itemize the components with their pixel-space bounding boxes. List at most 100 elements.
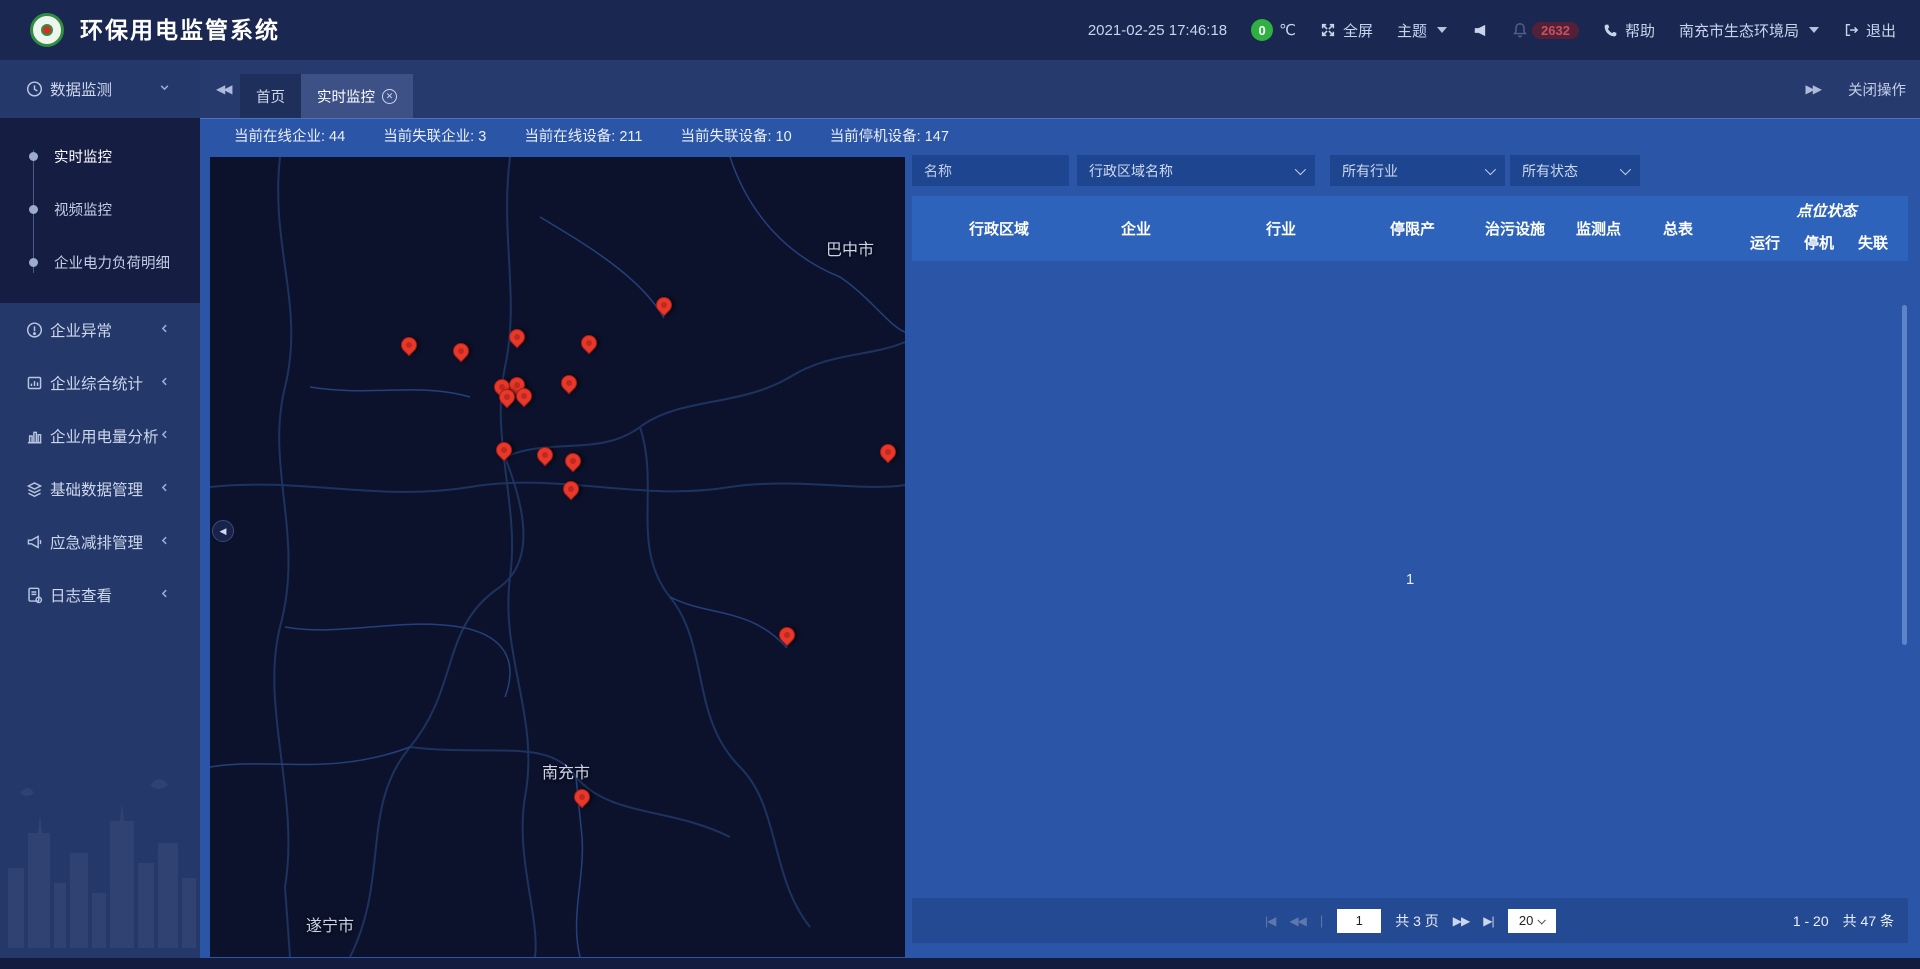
- sidebar-item[interactable]: 企业综合统计: [0, 356, 200, 409]
- speaker-icon: [1471, 22, 1488, 39]
- pagination-separator: |: [1320, 913, 1323, 928]
- chevron-down-icon: [1437, 27, 1447, 33]
- app-title: 环保用电监管系统: [80, 0, 280, 60]
- chevron-down-icon: [1485, 164, 1496, 175]
- sidebar-subitem[interactable]: 企业电力负荷明细: [0, 236, 200, 289]
- sidebar: 数据监测实时监控视频监控企业电力负荷明细企业异常企业综合统计企业用电量分析基础数…: [0, 60, 200, 958]
- column-header: 停限产: [1384, 196, 1480, 261]
- fullscreen-button[interactable]: 全屏: [1320, 20, 1373, 41]
- chevron-left-icon: [159, 374, 170, 392]
- theme-dropdown[interactable]: 主题: [1397, 20, 1447, 41]
- column-header: 总表: [1660, 196, 1745, 261]
- map-city-label: 遂宁市: [306, 912, 354, 936]
- sidebar-item[interactable]: 基础数据管理: [0, 462, 200, 515]
- bullet-dot-icon: [29, 205, 38, 214]
- record-total-label: 共 47 条: [1843, 911, 1894, 931]
- voice-toggle-button[interactable]: [1471, 22, 1488, 39]
- column-subheader: 失联: [1853, 224, 1908, 261]
- region-select[interactable]: 行政区域名称: [1077, 155, 1315, 186]
- stat-item: 当前失联设备: 10: [681, 125, 792, 146]
- column-subheader: 停机: [1800, 224, 1853, 261]
- tab-首页[interactable]: 首页: [240, 74, 301, 118]
- chevron-left-icon: [159, 427, 170, 445]
- record-range-label: 1 - 20: [1793, 913, 1829, 929]
- next-page-icon[interactable]: ▶▶: [1453, 914, 1469, 928]
- map-panel[interactable]: 巴中市南充市遂宁市: [210, 157, 905, 957]
- city-skyline-watermark: [0, 773, 200, 948]
- sidebar-item[interactable]: 企业用电量分析: [0, 409, 200, 462]
- prev-page-icon[interactable]: ◀◀: [1289, 914, 1305, 928]
- app-header: 环保用电监管系统 2021-02-25 17:46:18 0 ℃ 全屏 主题 2…: [0, 0, 1920, 60]
- sidebar-item-label: 日志查看: [50, 584, 112, 606]
- chevron-left-icon: [159, 533, 170, 551]
- column-subheader: 运行: [1745, 224, 1800, 261]
- chevron-left-icon: [159, 586, 170, 604]
- chevron-down-icon: [1620, 164, 1631, 175]
- stat-item: 当前失联企业: 3: [383, 125, 486, 146]
- footer-strip: [0, 958, 1920, 969]
- sidebar-subitem[interactable]: 视频监控: [0, 183, 200, 236]
- name-search-input[interactable]: [924, 163, 1057, 179]
- app-root: 环保用电监管系统 2021-02-25 17:46:18 0 ℃ 全屏 主题 2…: [0, 0, 1920, 969]
- table-scrollbar[interactable]: [1902, 305, 1907, 645]
- log-file-icon: [26, 586, 43, 603]
- megaphone-icon: [26, 533, 43, 550]
- org-dropdown[interactable]: 南充市生态环境局: [1679, 20, 1819, 41]
- last-page-icon[interactable]: ▶|: [1483, 914, 1493, 928]
- sidebar-subitem-label: 视频监控: [54, 199, 112, 220]
- sidebar-item-label: 应急减排管理: [50, 531, 143, 553]
- sidebar-item[interactable]: 企业异常: [0, 303, 200, 356]
- chevron-down-icon: [1809, 27, 1819, 33]
- sidebar-item[interactable]: 应急减排管理: [0, 515, 200, 568]
- tabs-scroll-right-icon[interactable]: ▶▶: [1806, 60, 1820, 118]
- tab-label: 实时监控: [317, 86, 375, 107]
- page-size-select[interactable]: 20: [1508, 909, 1556, 933]
- tab-close-icon[interactable]: ✕: [382, 89, 397, 104]
- help-button[interactable]: 帮助: [1603, 20, 1655, 41]
- map-roads: [210, 157, 905, 957]
- chevron-down-icon: [1538, 916, 1546, 924]
- chevron-left-icon: [159, 321, 170, 339]
- status-select[interactable]: 所有状态: [1510, 155, 1640, 186]
- chevron-left-icon: [159, 480, 170, 498]
- notification-count-badge: 2632: [1532, 22, 1579, 39]
- tab-实时监控[interactable]: 实时监控 ✕: [301, 74, 413, 118]
- notification-bell[interactable]: 2632: [1512, 22, 1579, 39]
- sidebar-item-label: 企业用电量分析: [50, 425, 159, 447]
- logout-icon: [1843, 22, 1859, 38]
- tabs: 首页 实时监控 ✕: [240, 74, 413, 118]
- sidebar-subitem-label: 企业电力负荷明细: [54, 252, 170, 273]
- fullscreen-icon: [1320, 22, 1336, 38]
- chevron-down-icon: [159, 80, 170, 98]
- bell-icon: [1512, 22, 1528, 38]
- tab-label: 首页: [256, 86, 285, 107]
- first-page-icon[interactable]: |◀: [1265, 914, 1275, 928]
- map-city-label: 南充市: [542, 759, 590, 783]
- stats-bar: 当前在线企业: 44当前失联企业: 3当前在线设备: 211当前失联设备: 10…: [200, 118, 1920, 152]
- industry-select[interactable]: 所有行业: [1330, 155, 1505, 186]
- row-number: 1: [912, 261, 1908, 898]
- map-city-label: 巴中市: [826, 236, 874, 260]
- table-body: 1阆中生态环境局阆中强锐页岩砖厂砖瓦行业无计划正常21120: [912, 261, 1908, 898]
- column-header: 治污设施: [1480, 196, 1574, 261]
- column-group-header: 点位状态: [1745, 196, 1908, 224]
- page-number-input[interactable]: [1337, 909, 1381, 933]
- sidebar-subitem[interactable]: 实时监控: [0, 130, 200, 183]
- close-operations-button[interactable]: 关闭操作: [1848, 60, 1906, 118]
- sidebar-item[interactable]: 数据监测: [0, 60, 200, 118]
- logout-button[interactable]: 退出: [1843, 20, 1896, 41]
- bullet-dot-icon: [29, 152, 38, 161]
- map-collapse-button[interactable]: ◀: [212, 520, 234, 542]
- stat-item: 当前停机设备: 147: [830, 125, 949, 146]
- column-header: 企业: [1112, 196, 1260, 261]
- filter-bar: 行政区域名称 所有行业 所有状态: [912, 155, 1908, 192]
- sidebar-item-label: 基础数据管理: [50, 478, 143, 500]
- temperature-unit: ℃: [1279, 21, 1296, 39]
- sidebar-item-label: 企业综合统计: [50, 372, 143, 394]
- chevron-down-icon: [1295, 164, 1306, 175]
- bar-chart-icon: [26, 427, 43, 444]
- column-header: 行业: [1260, 196, 1384, 261]
- column-header: [912, 196, 967, 261]
- sidebar-item[interactable]: 日志查看: [0, 568, 200, 621]
- tabs-scroll-left-icon[interactable]: ◀◀: [216, 60, 230, 118]
